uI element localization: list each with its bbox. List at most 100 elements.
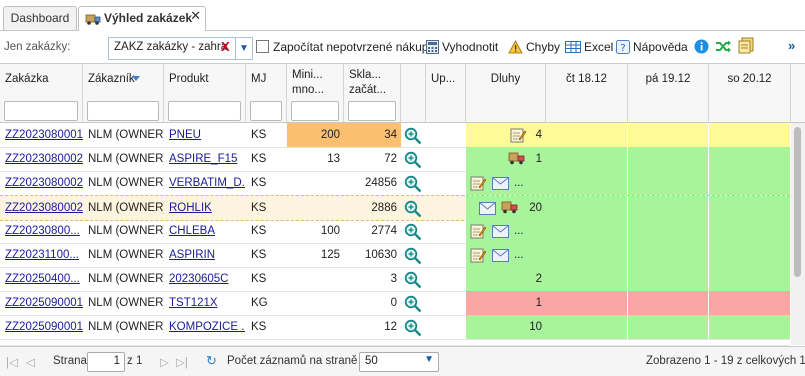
chevron-down-icon[interactable]: ▼ xyxy=(235,38,252,59)
day-cell-1[interactable] xyxy=(546,123,628,147)
day-cell-3[interactable] xyxy=(709,267,791,291)
zoom-detail-icon[interactable] xyxy=(404,319,422,337)
product-link[interactable]: ROHLIK xyxy=(169,196,245,220)
refresh-icon[interactable]: ↻ xyxy=(206,353,217,369)
col-mini[interactable]: Mini... mno... xyxy=(287,64,344,122)
order-link[interactable]: ZZ2023080002 xyxy=(5,196,83,220)
day-cell-3[interactable] xyxy=(709,147,791,171)
day-cell-1[interactable] xyxy=(546,171,628,195)
day-cell-3[interactable] xyxy=(709,315,791,339)
debt-cell[interactable]: 1 xyxy=(466,291,546,315)
col-day-3[interactable]: so 20.12 xyxy=(709,64,791,122)
order-link[interactable]: ZZ20250400... xyxy=(5,267,83,291)
zoom-detail-icon[interactable] xyxy=(404,295,422,313)
product-link[interactable]: ASPIRE_F15 xyxy=(169,147,245,171)
edit-note-icon[interactable] xyxy=(470,223,487,242)
tab-dashboard[interactable]: Dashboard xyxy=(3,6,77,30)
day-cell-1[interactable] xyxy=(546,196,628,220)
order-link[interactable]: ZZ20230800... xyxy=(5,219,83,243)
debt-cell[interactable]: 2 xyxy=(466,267,546,291)
order-link[interactable]: ZZ20231100... xyxy=(5,243,83,267)
edit-note-icon[interactable] xyxy=(470,175,487,194)
order-link[interactable]: ZZ2025090001 xyxy=(5,315,83,339)
debt-cell[interactable]: ... xyxy=(466,171,546,195)
clear-icon[interactable]: X xyxy=(221,39,230,54)
evaluate-button[interactable]: Vyhodnotit xyxy=(426,40,498,57)
col-zakazka[interactable]: Zakázka xyxy=(0,64,83,122)
prev-page-icon[interactable]: ◁ xyxy=(26,355,35,369)
day-cell-1[interactable] xyxy=(546,291,628,315)
day-cell-3[interactable] xyxy=(709,171,791,195)
debt-cell[interactable]: ... xyxy=(466,243,546,267)
filter-mj-input[interactable] xyxy=(250,101,282,121)
filter-zakazka-input[interactable] xyxy=(4,101,78,121)
edit-note-icon[interactable] xyxy=(470,247,487,266)
zoom-detail-icon[interactable] xyxy=(404,223,422,241)
day-cell-2[interactable] xyxy=(628,123,709,147)
debt-cell[interactable]: 20 xyxy=(466,196,546,220)
table-row[interactable]: ZZ20231100... NLM (OWNER) ASPIRIN KS 125 1063… xyxy=(0,243,791,268)
table-row[interactable]: ZZ20250400... NLM (OWNER) 20230605C KS 3 2 xyxy=(0,267,791,292)
day-cell-1[interactable] xyxy=(546,147,628,171)
col-day-2[interactable]: pá 19.12 xyxy=(628,64,709,122)
col-day-1[interactable]: čt 18.12 xyxy=(546,64,628,122)
day-cell-3[interactable] xyxy=(709,243,791,267)
day-cell-2[interactable] xyxy=(628,267,709,291)
day-cell-1[interactable] xyxy=(546,315,628,339)
product-link[interactable]: 20230605C xyxy=(169,267,245,291)
last-page-icon[interactable]: ▷| xyxy=(176,355,188,369)
zoom-detail-icon[interactable] xyxy=(404,271,422,289)
debt-cell[interactable]: 4 xyxy=(466,123,546,147)
debt-cell[interactable]: 1 xyxy=(466,147,546,171)
day-cell-1[interactable] xyxy=(546,243,628,267)
col-up[interactable]: Up... xyxy=(426,64,466,122)
day-cell-1[interactable] xyxy=(546,267,628,291)
col-produkt[interactable]: Produkt xyxy=(164,64,246,122)
more-toolbar-button[interactable]: » xyxy=(788,38,795,53)
order-link[interactable]: ZZ2023080002 xyxy=(5,171,83,195)
zoom-detail-icon[interactable] xyxy=(404,200,422,218)
day-cell-3[interactable] xyxy=(709,196,791,220)
errors-button[interactable]: Chyby xyxy=(508,39,560,57)
day-cell-3[interactable] xyxy=(709,219,791,243)
checkbox-box[interactable] xyxy=(256,40,269,53)
table-row[interactable]: ZZ2025090001 NLM (OWNER) KOMPOZICE ... KS 12… xyxy=(0,315,791,340)
page-input[interactable]: 1 xyxy=(87,352,125,372)
day-cell-2[interactable] xyxy=(628,291,709,315)
scroll-thumb[interactable] xyxy=(794,127,801,277)
day-cell-2[interactable] xyxy=(628,243,709,267)
zoom-detail-icon[interactable] xyxy=(404,175,422,193)
product-link[interactable]: TST121X xyxy=(169,291,245,315)
order-filter-combo[interactable]: ZAKZ zakázky - zahra X ▼ xyxy=(108,37,253,60)
debt-cell[interactable]: ... xyxy=(466,219,546,243)
tab-vyhled-zakazek[interactable]: Výhled zakázek ✕ xyxy=(78,6,206,31)
product-link[interactable]: PNEU xyxy=(169,123,245,147)
truck-icon[interactable] xyxy=(501,200,518,217)
table-row[interactable]: ZZ2023080001 NLM (OWNER) PNEU KS 200 34 4 xyxy=(0,123,791,148)
day-cell-1[interactable] xyxy=(546,219,628,243)
edit-note-icon[interactable] xyxy=(510,127,527,146)
table-row[interactable]: ZZ2025090001 NLM (OWNER) TST121X KG 0 1 xyxy=(0,291,791,316)
mail-icon[interactable] xyxy=(492,177,509,193)
product-link[interactable]: VERBATIM_D... xyxy=(169,171,245,195)
col-skla[interactable]: Skla... začát... xyxy=(344,64,401,122)
col-dluhy[interactable]: Dluhy xyxy=(466,64,546,122)
filter-skla-input[interactable] xyxy=(348,101,396,121)
order-link[interactable]: ZZ2025090001 xyxy=(5,291,83,315)
mail-icon[interactable] xyxy=(492,225,509,241)
table-row[interactable]: ZZ2023080002 NLM (OWNER) VERBATIM_D... KS 24… xyxy=(0,171,791,196)
zoom-detail-icon[interactable] xyxy=(404,247,422,265)
export-docs-icon[interactable] xyxy=(738,37,755,57)
mail-icon[interactable] xyxy=(492,249,509,265)
order-link[interactable]: ZZ2023080002 xyxy=(5,147,83,171)
zoom-detail-icon[interactable] xyxy=(404,127,422,145)
order-link[interactable]: ZZ2023080001 xyxy=(5,123,83,147)
info-icon[interactable] xyxy=(694,39,709,57)
table-row[interactable]: ZZ2023080002 NLM (OWNER) ROHLIK KS 2886 20 xyxy=(0,195,791,221)
product-link[interactable]: CHLEBA xyxy=(169,219,245,243)
day-cell-2[interactable] xyxy=(628,147,709,171)
day-cell-3[interactable] xyxy=(709,123,791,147)
first-page-icon[interactable]: |◁ xyxy=(6,355,18,369)
debt-cell[interactable]: 10 xyxy=(466,315,546,339)
day-cell-2[interactable] xyxy=(628,196,709,220)
